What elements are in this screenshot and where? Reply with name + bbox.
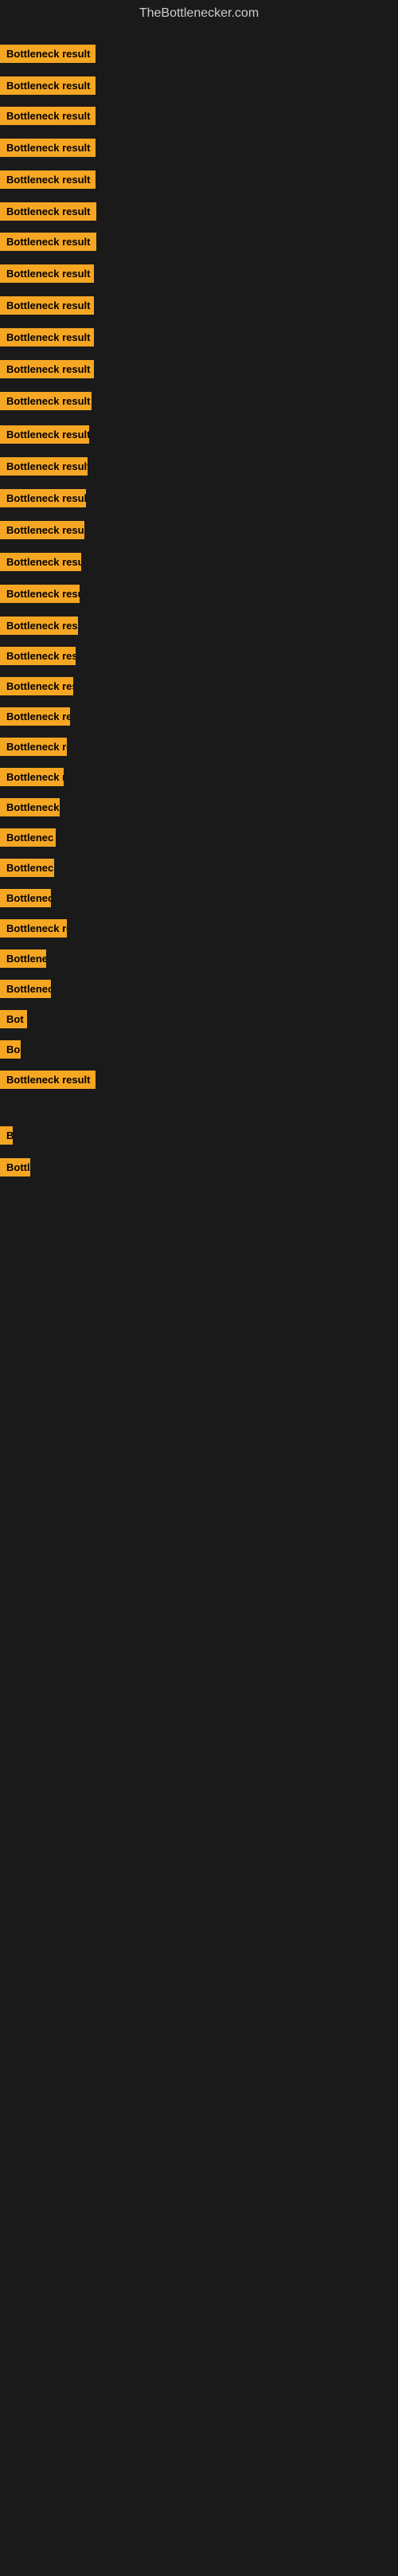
- bottleneck-item[interactable]: Bottleneck result: [0, 1071, 96, 1093]
- bottleneck-badge: Bottleneck result: [0, 107, 96, 125]
- bottleneck-badge: Bo: [0, 1040, 21, 1059]
- bottleneck-item[interactable]: Bottleneck re: [0, 738, 67, 760]
- bottleneck-badge: Bottleneck result: [0, 489, 86, 507]
- bottleneck-item[interactable]: Bottleneck r: [0, 859, 54, 881]
- bottleneck-item[interactable]: Bottleneck result: [0, 233, 96, 255]
- bottleneck-badge: Bottleneck result: [0, 392, 92, 410]
- bottleneck-item[interactable]: Bo: [0, 1040, 21, 1063]
- bottleneck-badge: Bottleneck: [0, 889, 51, 907]
- bottleneck-item[interactable]: Bottleneck result: [0, 170, 96, 193]
- bottleneck-item[interactable]: Bottleneck result: [0, 296, 94, 319]
- bottleneck-badge: Bottleneck result: [0, 76, 96, 95]
- bottleneck-badge: Bottleneck: [0, 980, 51, 998]
- bottleneck-item[interactable]: Bottl: [0, 1158, 30, 1180]
- bottleneck-badge: Bottlenec: [0, 828, 56, 847]
- bottleneck-item[interactable]: Bot: [0, 1010, 27, 1032]
- bottleneck-badge: Bottleneck result: [0, 457, 88, 476]
- bottleneck-item[interactable]: Bottleneck: [0, 980, 51, 1002]
- bottleneck-item[interactable]: Bottleneck result: [0, 553, 81, 575]
- bottleneck-item[interactable]: Bottleneck result: [0, 76, 96, 99]
- bottleneck-item[interactable]: Bottlene: [0, 949, 46, 972]
- bottleneck-badge: Bottleneck result: [0, 233, 96, 251]
- bottleneck-item[interactable]: Bottleneck result: [0, 489, 86, 511]
- bottleneck-badge: Bottleneck result: [0, 617, 78, 635]
- bottleneck-badge: Bottleneck result: [0, 139, 96, 157]
- bottleneck-badge: Bottleneck result: [0, 553, 81, 571]
- bottleneck-item[interactable]: Bottleneck result: [0, 585, 80, 607]
- bottleneck-item[interactable]: B: [0, 1126, 13, 1149]
- bottleneck-item[interactable]: Bottleneck result: [0, 45, 96, 67]
- bottleneck-item[interactable]: Bottleneck result: [0, 521, 84, 543]
- bottleneck-badge: Bottleneck result: [0, 296, 94, 315]
- bottleneck-item[interactable]: Bottleneck result: [0, 328, 94, 350]
- bottleneck-badge: Bottleneck result: [0, 521, 84, 539]
- bottleneck-badge: Bottleneck re: [0, 738, 67, 756]
- bottleneck-item[interactable]: Bottleneck result: [0, 768, 64, 790]
- bottleneck-badge: Bottleneck result: [0, 677, 73, 695]
- bottleneck-item[interactable]: Bottleneck result: [0, 457, 88, 480]
- bottleneck-item[interactable]: Bottleneck result: [0, 647, 76, 669]
- bottleneck-badge: Bottleneck result: [0, 328, 94, 346]
- bottleneck-badge: Bottl: [0, 1158, 30, 1176]
- bottleneck-badge: Bottleneck r: [0, 859, 54, 877]
- bottleneck-badge: Bottleneck r: [0, 798, 60, 816]
- bottleneck-item[interactable]: Bottleneck result: [0, 107, 96, 129]
- bottleneck-item[interactable]: Bottleneck result: [0, 617, 78, 639]
- bottleneck-item[interactable]: Bottleneck result: [0, 392, 92, 414]
- bottleneck-item[interactable]: Bottleneck result: [0, 264, 94, 287]
- bottleneck-badge: Bottlene: [0, 949, 46, 968]
- bottleneck-item[interactable]: Bottleneck r: [0, 798, 60, 820]
- bottleneck-badge: Bottleneck result: [0, 202, 96, 221]
- bottleneck-item[interactable]: Bottleneck: [0, 889, 51, 911]
- bottleneck-badge: B: [0, 1126, 13, 1145]
- bottleneck-badge: Bottleneck result: [0, 647, 76, 665]
- bottleneck-item[interactable]: Bottleneck result: [0, 139, 96, 161]
- bottleneck-badge: Bottleneck result: [0, 585, 80, 603]
- bottleneck-badge: Bottleneck result: [0, 707, 70, 726]
- bottleneck-badge: Bottleneck result: [0, 1071, 96, 1089]
- bottleneck-item[interactable]: Bottleneck result: [0, 202, 96, 225]
- bottleneck-badge: Bottleneck result: [0, 425, 89, 444]
- bottleneck-badge: Bottleneck result: [0, 264, 94, 283]
- bottleneck-item[interactable]: Bottlenec: [0, 828, 56, 851]
- bottleneck-badge: Bot: [0, 1010, 27, 1028]
- site-title: TheBottlenecker.com: [0, 0, 398, 27]
- bottleneck-badge: Bottleneck result: [0, 170, 96, 189]
- bottleneck-badge: Bottleneck result: [0, 360, 94, 378]
- bottleneck-item[interactable]: Bottleneck result: [0, 360, 94, 382]
- bottleneck-item[interactable]: Bottleneck result: [0, 677, 73, 699]
- bottleneck-item[interactable]: Bottleneck result: [0, 707, 70, 730]
- bottleneck-badge: Bottleneck res: [0, 919, 67, 938]
- bottleneck-badge: Bottleneck result: [0, 768, 64, 786]
- bottleneck-badge: Bottleneck result: [0, 45, 96, 63]
- bottleneck-item[interactable]: Bottleneck result: [0, 425, 89, 448]
- bottleneck-item[interactable]: Bottleneck res: [0, 919, 67, 942]
